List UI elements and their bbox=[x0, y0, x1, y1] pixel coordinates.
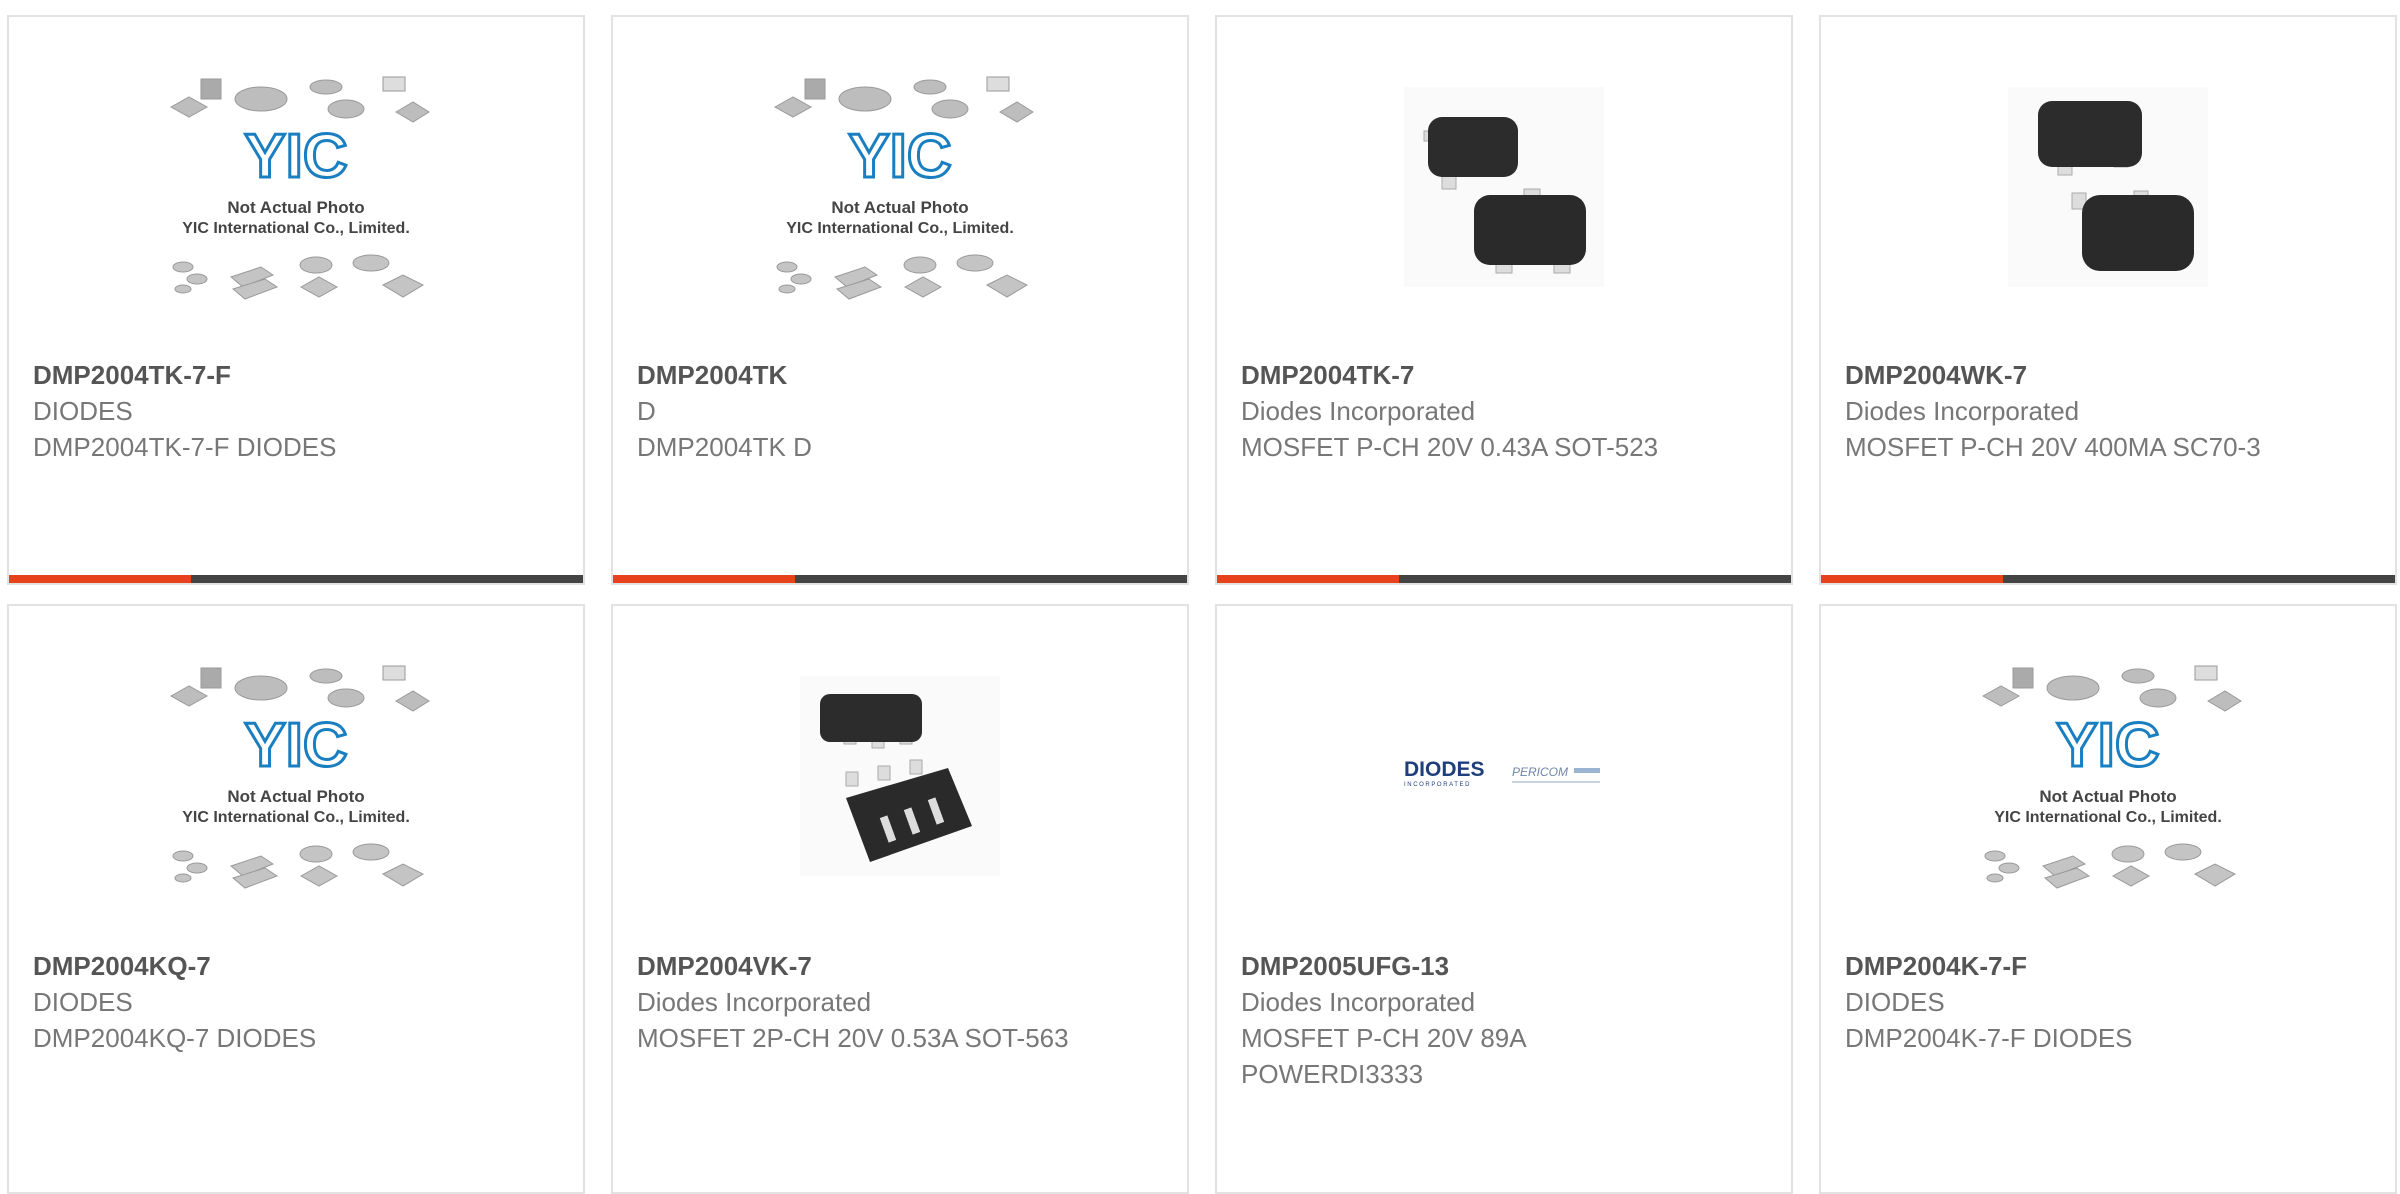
manufacturer: Diodes Incorporated bbox=[1241, 987, 1476, 1017]
part-number[interactable]: DMP2004TK bbox=[637, 357, 1163, 393]
svg-text:YIC International Co., Limited: YIC International Co., Limited. bbox=[1994, 809, 2222, 826]
svg-text:PERICOM: PERICOM bbox=[1512, 765, 1568, 779]
yic-placeholder-image: YIC Not Actual Photo YIC International C… bbox=[169, 665, 430, 889]
product-image bbox=[1821, 57, 2395, 317]
product-image-placeholder: YIC Not Actual Photo YIC International C… bbox=[613, 57, 1187, 317]
product-card[interactable]: YIC Not Actual Photo YIC International C… bbox=[1819, 604, 2397, 1194]
svg-text:Not Actual Photo: Not Actual Photo bbox=[831, 198, 968, 217]
description: MOSFET P-CH 20V 0.43A SOT-523 bbox=[1241, 432, 1659, 462]
product-info: DMP2004TK-7-F DIODES DMP2004TK-7-F DIODE… bbox=[33, 357, 559, 465]
product-info: DMP2004KQ-7 DIODES DMP2004KQ-7 DIODES bbox=[33, 948, 559, 1056]
product-info: DMP2004WK-7 Diodes Incorporated MOSFET P… bbox=[1845, 357, 2371, 465]
description: DMP2004TK D bbox=[637, 432, 812, 462]
part-number[interactable]: DMP2005UFG-13 bbox=[1241, 948, 1767, 984]
product-card[interactable]: DMP2004VK-7 Diodes Incorporated MOSFET 2… bbox=[611, 604, 1189, 1194]
svg-text:Not Actual Photo: Not Actual Photo bbox=[227, 198, 364, 217]
part-number[interactable]: DMP2004WK-7 bbox=[1845, 357, 2371, 393]
accent-bar bbox=[9, 575, 191, 583]
product-card[interactable]: DMP2004WK-7 Diodes Incorporated MOSFET P… bbox=[1819, 15, 2397, 585]
sot523-package-image bbox=[1404, 87, 1604, 287]
svg-text:YIC International Co., Limited: YIC International Co., Limited. bbox=[182, 809, 410, 826]
svg-text:Not Actual Photo: Not Actual Photo bbox=[227, 787, 364, 806]
card-footer-bar bbox=[9, 575, 583, 583]
manufacturer: D bbox=[637, 396, 656, 426]
svg-text:YIC: YIC bbox=[244, 122, 347, 191]
sc70-package-image bbox=[2008, 87, 2208, 287]
manufacturer: Diodes Incorporated bbox=[637, 987, 872, 1017]
accent-bar bbox=[613, 575, 795, 583]
product-image: DIODES INCORPORATED PERICOM bbox=[1217, 646, 1791, 906]
svg-text:INCORPORATED: INCORPORATED bbox=[1404, 782, 1471, 788]
svg-text:YIC International Co., Limited: YIC International Co., Limited. bbox=[182, 220, 410, 237]
description: DMP2004K-7-F DIODES bbox=[1845, 1023, 2133, 1053]
product-card[interactable]: DIODES INCORPORATED PERICOM DMP2005UFG-1… bbox=[1215, 604, 1793, 1194]
product-info: DMP2004VK-7 Diodes Incorporated MOSFET 2… bbox=[637, 948, 1163, 1056]
manufacturer: Diodes Incorporated bbox=[1241, 396, 1476, 426]
svg-text:YIC International Co., Limited: YIC International Co., Limited. bbox=[786, 220, 1014, 237]
product-info: DMP2004K-7-F DIODES DMP2004K-7-F DIODES bbox=[1845, 948, 2371, 1056]
product-image bbox=[613, 646, 1187, 906]
product-info: DMP2004TK D DMP2004TK D bbox=[637, 357, 1163, 465]
description: DMP2004KQ-7 DIODES bbox=[33, 1023, 317, 1053]
product-card[interactable]: YIC Not Actual Photo YIC International C… bbox=[7, 604, 585, 1194]
part-number[interactable]: DMP2004KQ-7 bbox=[33, 948, 559, 984]
manufacturer: Diodes Incorporated bbox=[1845, 396, 2080, 426]
description: MOSFET 2P-CH 20V 0.53A SOT-563 bbox=[637, 1023, 1069, 1053]
manufacturer: DIODES bbox=[1845, 987, 1945, 1017]
description: DMP2004TK-7-F DIODES bbox=[33, 432, 337, 462]
yic-placeholder-image: YIC Not Actual Photo YIC International C… bbox=[1981, 665, 2242, 889]
accent-bar bbox=[1217, 575, 1399, 583]
yic-placeholder-image: YIC Not Actual Photo YIC International C… bbox=[169, 76, 430, 300]
svg-text:YIC: YIC bbox=[848, 122, 951, 191]
card-footer-bar bbox=[1217, 575, 1791, 583]
product-info: DMP2005UFG-13 Diodes Incorporated MOSFET… bbox=[1241, 948, 1767, 1092]
part-number[interactable]: DMP2004TK-7-F bbox=[33, 357, 559, 393]
svg-text:Not Actual Photo: Not Actual Photo bbox=[2039, 787, 2176, 806]
part-number[interactable]: DMP2004VK-7 bbox=[637, 948, 1163, 984]
yic-placeholder-image: YIC Not Actual Photo YIC International C… bbox=[773, 76, 1034, 300]
product-image bbox=[1217, 57, 1791, 317]
accent-bar bbox=[1821, 575, 2003, 583]
manufacturer: DIODES bbox=[33, 987, 133, 1017]
manufacturer: DIODES bbox=[33, 396, 133, 426]
product-image-placeholder: YIC Not Actual Photo YIC International C… bbox=[9, 646, 583, 906]
sot563-package-image bbox=[800, 676, 1000, 876]
product-image-placeholder: YIC Not Actual Photo YIC International C… bbox=[1821, 646, 2395, 906]
product-card[interactable]: YIC Not Actual Photo YIC International C… bbox=[7, 15, 585, 585]
card-footer-bar bbox=[613, 575, 1187, 583]
diodes-pericom-logo: DIODES INCORPORATED PERICOM bbox=[1404, 758, 1600, 788]
description: MOSFET P-CH 20V 89A POWERDI3333 bbox=[1241, 1023, 1526, 1089]
product-info: DMP2004TK-7 Diodes Incorporated MOSFET P… bbox=[1241, 357, 1767, 465]
part-number[interactable]: DMP2004TK-7 bbox=[1241, 357, 1767, 393]
svg-text:YIC: YIC bbox=[244, 711, 347, 780]
card-footer-bar bbox=[1821, 575, 2395, 583]
svg-text:YIC: YIC bbox=[2056, 711, 2159, 780]
description: MOSFET P-CH 20V 400MA SC70-3 bbox=[1845, 432, 2261, 462]
product-image-placeholder: YIC Not Actual Photo YIC International C… bbox=[9, 57, 583, 317]
part-number[interactable]: DMP2004K-7-F bbox=[1845, 948, 2371, 984]
svg-text:DIODES: DIODES bbox=[1404, 758, 1485, 781]
product-card[interactable]: YIC Not Actual Photo YIC International C… bbox=[611, 15, 1189, 585]
product-grid: YIC Not Actual Photo YIC International C… bbox=[0, 0, 2400, 1194]
product-card[interactable]: DMP2004TK-7 Diodes Incorporated MOSFET P… bbox=[1215, 15, 1793, 585]
